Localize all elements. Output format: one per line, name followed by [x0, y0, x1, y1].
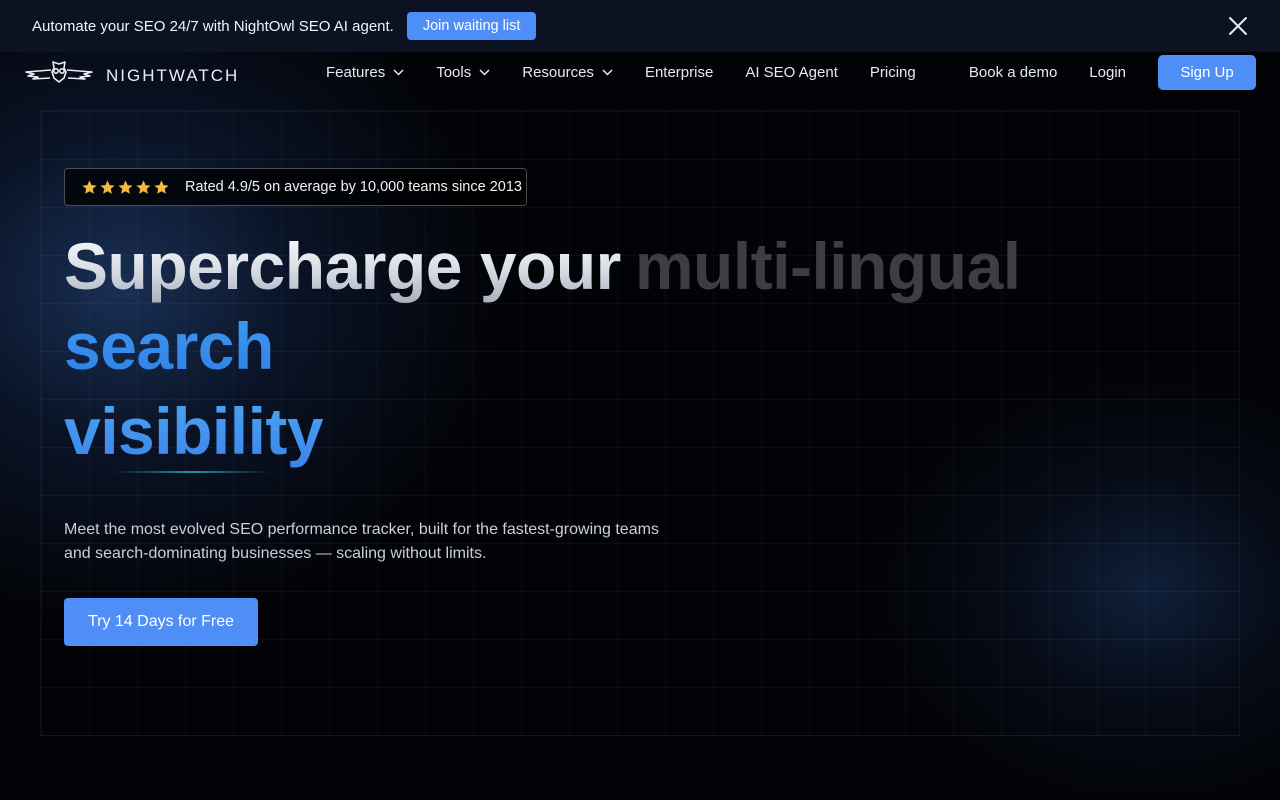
page: Automate your SEO 24/7 with NightOwl SEO…	[0, 0, 1280, 800]
nav-item-tools[interactable]: Tools	[436, 64, 490, 81]
headline-line-2: search	[64, 306, 274, 386]
rating-text: Rated 4.9/5 on average by 10,000 teams s…	[185, 179, 522, 195]
announcement-bar: Automate your SEO 24/7 with NightOwl SEO…	[0, 0, 1280, 52]
nav-item-label: Tools	[436, 63, 472, 81]
headline-rotating-word: multi-lingual	[634, 229, 1021, 303]
announcement-text: Automate your SEO 24/7 with NightOwl SEO…	[32, 17, 394, 35]
sign-up-button[interactable]: Sign Up	[1158, 55, 1256, 90]
brand-logo[interactable]: NIGHTWATCH	[24, 60, 239, 91]
rating-badge: Rated 4.9/5 on average by 10,000 teams s…	[64, 168, 527, 206]
nav-item-label: Resources	[522, 63, 594, 81]
headline-underline	[112, 471, 272, 473]
main-nav: NIGHTWATCH Features Tools Resources Ente…	[0, 52, 1280, 92]
join-waiting-list-button[interactable]: Join waiting list	[406, 12, 537, 40]
book-demo-link[interactable]: Book a demo	[969, 64, 1057, 81]
headline-line-1: Supercharge your multi-lingual	[64, 226, 1021, 306]
nav-item-enterprise[interactable]: Enterprise	[645, 64, 713, 81]
star-icon	[82, 179, 97, 194]
nav-links: Features Tools Resources Enterprise AI S…	[326, 52, 948, 92]
free-trial-button[interactable]: Try 14 Days for Free	[64, 598, 258, 646]
chevron-down-icon	[393, 68, 404, 76]
background-glow-right	[860, 360, 1280, 800]
chevron-down-icon	[479, 68, 490, 76]
star-icon	[154, 179, 169, 194]
headline-line-3: visibility	[64, 391, 324, 471]
brand-name: NIGHTWATCH	[106, 65, 240, 85]
nav-item-resources[interactable]: Resources	[522, 64, 613, 81]
hero-subtext: Meet the most evolved SEO performance tr…	[64, 521, 659, 562]
star-icon	[100, 179, 115, 194]
nav-item-label: Features	[326, 63, 386, 81]
nav-item-ai-seo-agent[interactable]: AI SEO Agent	[745, 64, 838, 81]
nav-item-label: Pricing	[869, 63, 916, 81]
star-rating	[81, 179, 171, 196]
nav-item-pricing[interactable]: Pricing	[870, 64, 916, 81]
star-icon	[136, 179, 151, 194]
login-link[interactable]: Login	[1089, 64, 1126, 81]
chevron-down-icon	[602, 68, 613, 76]
nav-actions: Book a demo Login Sign Up	[969, 55, 1256, 90]
nav-item-label: AI SEO Agent	[745, 63, 838, 81]
nav-item-label: Enterprise	[644, 63, 714, 81]
close-icon[interactable]	[1228, 16, 1248, 36]
owl-logo-icon	[24, 60, 94, 91]
headline-static-text: Supercharge your	[64, 229, 621, 303]
nav-item-features[interactable]: Features	[326, 64, 404, 81]
star-icon	[118, 179, 133, 194]
